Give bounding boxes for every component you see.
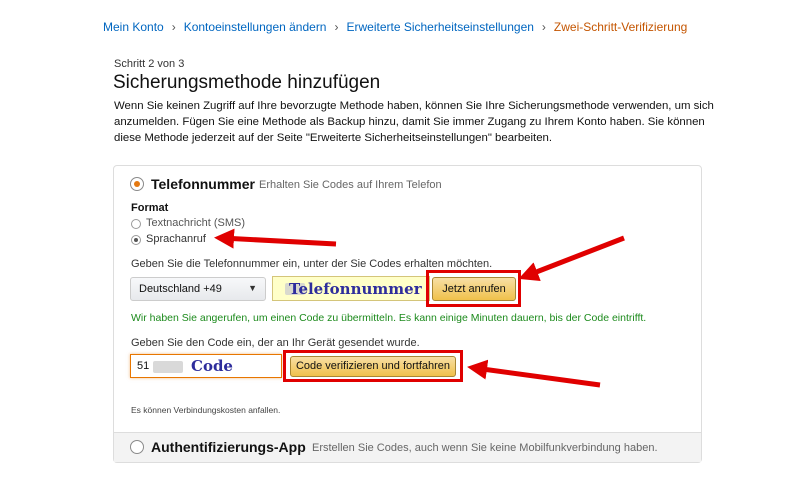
code-value: 51 <box>137 360 150 372</box>
phone-number-annotation: Telefonnummer <box>289 280 422 298</box>
format-label: Format <box>131 202 169 214</box>
step-indicator: Schritt 2 von 3 <box>114 58 185 70</box>
phone-option-section: Telefonnummer Erhalten Sie Codes auf Ihr… <box>114 166 701 432</box>
code-annotation: Code <box>191 357 233 375</box>
auth-app-option-title[interactable]: Authentifizierungs-App <box>151 439 306 455</box>
phone-option-subtitle: Erhalten Sie Codes auf Ihrem Telefon <box>259 179 442 191</box>
page-title: Sicherungsmethode hinzufügen <box>113 72 381 93</box>
method-panel: Telefonnummer Erhalten Sie Codes auf Ihr… <box>113 165 702 463</box>
auth-app-option-radio[interactable] <box>130 440 144 454</box>
phone-number-input[interactable]: Telefonnummer <box>272 276 430 301</box>
annotation-highlight-box <box>283 350 463 382</box>
breadcrumb-kontoeinstellungen[interactable]: Kontoeinstellungen ändern <box>184 20 327 34</box>
auth-app-option-section: Authentifizierungs-App Erstellen Sie Cod… <box>114 432 701 462</box>
format-sms-radio[interactable] <box>131 219 141 229</box>
phone-option-title[interactable]: Telefonnummer <box>151 176 255 192</box>
call-success-message: Wir haben Sie angerufen, um einen Code z… <box>131 312 647 324</box>
country-code-value: Deutschland +49 <box>139 283 222 295</box>
breadcrumb-mein-konto[interactable]: Mein Konto <box>103 20 164 34</box>
breadcrumb-separator: › <box>541 20 546 34</box>
breadcrumb-separator: › <box>334 20 339 34</box>
phone-option-radio[interactable] <box>130 177 144 191</box>
phone-prompt: Geben Sie die Telefonnummer ein, unter d… <box>131 258 493 270</box>
breadcrumb-erweiterte-sicherheit[interactable]: Erweiterte Sicherheitseinstellungen <box>346 20 533 34</box>
breadcrumb-current: Zwei-Schritt-Verifizierung <box>553 20 688 34</box>
country-code-select[interactable]: Deutschland +49 ▼ <box>130 277 266 301</box>
verification-code-input[interactable]: 51 Code <box>130 354 282 378</box>
code-prompt: Geben Sie den Code ein, der an Ihr Gerät… <box>131 337 420 349</box>
format-voice-radio[interactable] <box>131 235 141 245</box>
format-sms-label[interactable]: Textnachricht (SMS) <box>146 217 245 229</box>
intro-text: Wenn Sie keinen Zugriff auf Ihre bevorzu… <box>114 100 714 144</box>
cost-note: Es können Verbindungskosten anfallen. <box>131 405 281 415</box>
format-voice-label[interactable]: Sprachanruf <box>146 233 206 245</box>
annotation-highlight-box <box>426 270 521 307</box>
breadcrumb: Mein Konto › Kontoeinstellungen ändern › Erw… <box>103 20 687 34</box>
redacted-digits <box>153 361 183 373</box>
chevron-down-icon: ▼ <box>248 283 257 293</box>
breadcrumb-separator: › <box>171 20 176 34</box>
auth-app-option-subtitle: Erstellen Sie Codes, auch wenn Sie keine… <box>312 442 658 454</box>
